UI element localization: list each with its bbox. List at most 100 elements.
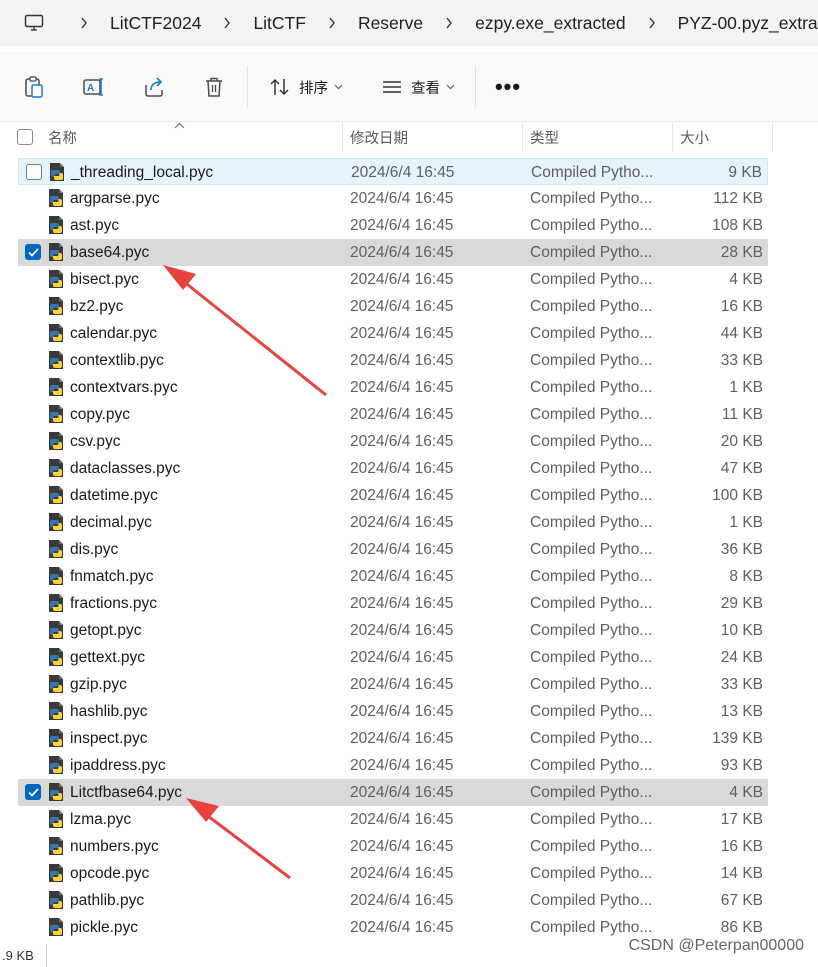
file-size: 44 KB xyxy=(720,325,763,342)
file-size: 20 KB xyxy=(720,433,763,450)
chevron-down-icon xyxy=(446,84,455,90)
python-file-icon xyxy=(48,512,64,532)
clipboard-icon xyxy=(23,75,45,99)
file-name: gzip.pyc xyxy=(70,676,127,693)
more-options-button[interactable]: ••• xyxy=(488,52,528,122)
breadcrumb-item[interactable]: LitCTF2024 xyxy=(110,13,201,34)
file-row[interactable]: inspect.pyc 2024/6/4 16:45 Compiled Pytho.… xyxy=(18,725,768,752)
delete-icon xyxy=(204,76,224,98)
python-file-icon xyxy=(48,539,64,559)
file-type: Compiled Pytho... xyxy=(530,757,653,774)
file-row[interactable]: dis.pyc 2024/6/4 16:45 Compiled Pytho... 36… xyxy=(18,536,768,563)
file-row[interactable]: ast.pyc 2024/6/4 16:45 Compiled Pytho... 10… xyxy=(18,212,768,239)
chevron-right-icon[interactable] xyxy=(80,17,88,29)
python-file-icon xyxy=(48,404,64,424)
file-row[interactable]: getopt.pyc 2024/6/4 16:45 Compiled Pytho..… xyxy=(18,617,768,644)
breadcrumb-item[interactable]: ezpy.exe_extracted xyxy=(475,13,625,34)
file-type: Compiled Pytho... xyxy=(530,325,653,342)
chevron-right-icon[interactable] xyxy=(445,17,453,29)
computer-icon[interactable] xyxy=(24,11,44,35)
file-row[interactable]: _threading_local.pyc 2024/6/4 16:45 Compil… xyxy=(18,158,768,185)
file-row[interactable]: copy.pyc 2024/6/4 16:45 Compiled Pytho... 1… xyxy=(18,401,768,428)
address-bar[interactable]: LitCTF2024 LitCTF Reserve ezpy.exe_extra… xyxy=(0,0,818,46)
file-date: 2024/6/4 16:45 xyxy=(350,379,454,396)
file-date: 2024/6/4 16:45 xyxy=(350,595,454,612)
file-name: decimal.pyc xyxy=(70,514,152,531)
chevron-right-icon[interactable] xyxy=(223,17,231,29)
file-row[interactable]: datetime.pyc 2024/6/4 16:45 Compiled Pytho… xyxy=(18,482,768,509)
file-name: lzma.pyc xyxy=(70,811,132,828)
row-checkbox[interactable] xyxy=(25,784,41,800)
file-row[interactable]: contextvars.pyc 2024/6/4 16:45 Compiled Py… xyxy=(18,374,768,401)
file-date: 2024/6/4 16:45 xyxy=(350,730,454,747)
file-row[interactable]: dataclasses.pyc 2024/6/4 16:45 Compiled Py… xyxy=(18,455,768,482)
file-type: Compiled Pytho... xyxy=(530,622,653,639)
python-file-icon xyxy=(48,485,64,505)
python-file-icon xyxy=(48,458,64,478)
chevron-right-icon[interactable] xyxy=(328,17,336,29)
python-file-icon xyxy=(48,728,64,748)
breadcrumb-item[interactable]: Reserve xyxy=(358,13,423,34)
copy-button[interactable] xyxy=(18,52,50,122)
file-row[interactable]: csv.pyc 2024/6/4 16:45 Compiled Pytho... 20… xyxy=(18,428,768,455)
file-size: 4 KB xyxy=(729,784,763,801)
column-header: 名称 修改日期 类型 大小 xyxy=(0,122,818,152)
file-size: 4 KB xyxy=(729,271,763,288)
python-file-icon xyxy=(48,377,64,397)
file-row[interactable]: Litctfbase64.pyc 2024/6/4 16:45 Compiled P… xyxy=(18,779,768,806)
file-row[interactable]: ipaddress.pyc 2024/6/4 16:45 Compiled Pyth… xyxy=(18,752,768,779)
breadcrumb-item[interactable]: LitCTF xyxy=(253,13,306,34)
file-row[interactable]: pathlib.pyc 2024/6/4 16:45 Compiled Pytho.… xyxy=(18,887,768,914)
file-row[interactable]: lzma.pyc 2024/6/4 16:45 Compiled Pytho... 1… xyxy=(18,806,768,833)
column-divider[interactable] xyxy=(672,122,673,152)
python-file-icon xyxy=(48,701,64,721)
file-row[interactable]: decimal.pyc 2024/6/4 16:45 Compiled Pytho.… xyxy=(18,509,768,536)
column-type[interactable]: 类型 xyxy=(530,122,672,152)
status-divider xyxy=(46,944,47,967)
column-divider[interactable] xyxy=(772,122,773,152)
rename-button[interactable]: A xyxy=(78,52,110,122)
column-size[interactable]: 大小 xyxy=(680,122,772,152)
column-divider[interactable] xyxy=(522,122,523,152)
file-row[interactable]: numbers.pyc 2024/6/4 16:45 Compiled Pytho.… xyxy=(18,833,768,860)
file-name: copy.pyc xyxy=(70,406,131,423)
file-row[interactable]: base64.pyc 2024/6/4 16:45 Compiled Pytho..… xyxy=(18,239,768,266)
file-size: 16 KB xyxy=(720,838,763,855)
chevron-right-icon[interactable] xyxy=(648,17,656,29)
row-checkbox[interactable] xyxy=(25,244,41,260)
file-name: contextvars.pyc xyxy=(70,379,178,396)
file-row[interactable]: opcode.pyc 2024/6/4 16:45 Compiled Pytho..… xyxy=(18,860,768,887)
file-row[interactable]: hashlib.pyc 2024/6/4 16:45 Compiled Pytho.… xyxy=(18,698,768,725)
column-name[interactable]: 名称 xyxy=(48,122,342,152)
file-size: 1 KB xyxy=(729,514,763,531)
row-checkbox[interactable] xyxy=(26,164,42,180)
file-name: pickle.pyc xyxy=(70,919,139,936)
column-date[interactable]: 修改日期 xyxy=(350,122,522,152)
select-all-checkbox[interactable] xyxy=(17,129,33,145)
file-type: Compiled Pytho... xyxy=(530,217,653,234)
sort-label: 排序 xyxy=(299,80,328,97)
file-row[interactable]: calendar.pyc 2024/6/4 16:45 Compiled Pytho… xyxy=(18,320,768,347)
file-size: 24 KB xyxy=(720,649,763,666)
file-row[interactable]: fnmatch.pyc 2024/6/4 16:45 Compiled Pytho.… xyxy=(18,563,768,590)
file-row[interactable]: contextlib.pyc 2024/6/4 16:45 Compiled Pyt… xyxy=(18,347,768,374)
file-row[interactable]: bz2.pyc 2024/6/4 16:45 Compiled Pytho... 16… xyxy=(18,293,768,320)
file-row[interactable]: gettext.pyc 2024/6/4 16:45 Compiled Pytho.… xyxy=(18,644,768,671)
column-divider[interactable] xyxy=(342,122,343,152)
file-name: getopt.pyc xyxy=(70,622,142,639)
share-button[interactable] xyxy=(138,52,170,122)
file-date: 2024/6/4 16:45 xyxy=(350,568,454,585)
breadcrumb-item[interactable]: PYZ-00.pyz_extracted xyxy=(678,13,818,34)
file-type: Compiled Pytho... xyxy=(530,595,653,612)
python-file-icon xyxy=(48,674,64,694)
sort-button[interactable]: 排序 xyxy=(264,52,348,122)
file-name: gettext.pyc xyxy=(70,649,145,666)
file-name: bz2.pyc xyxy=(70,298,124,315)
file-row[interactable]: gzip.pyc 2024/6/4 16:45 Compiled Pytho... 3… xyxy=(18,671,768,698)
file-row[interactable]: fractions.pyc 2024/6/4 16:45 Compiled Pyth… xyxy=(18,590,768,617)
view-button[interactable]: 查看 xyxy=(376,52,460,122)
file-row[interactable]: argparse.pyc 2024/6/4 16:45 Compiled Pytho… xyxy=(18,185,768,212)
file-row[interactable]: bisect.pyc 2024/6/4 16:45 Compiled Pytho..… xyxy=(18,266,768,293)
python-file-icon xyxy=(48,917,64,937)
delete-button[interactable] xyxy=(198,52,230,122)
